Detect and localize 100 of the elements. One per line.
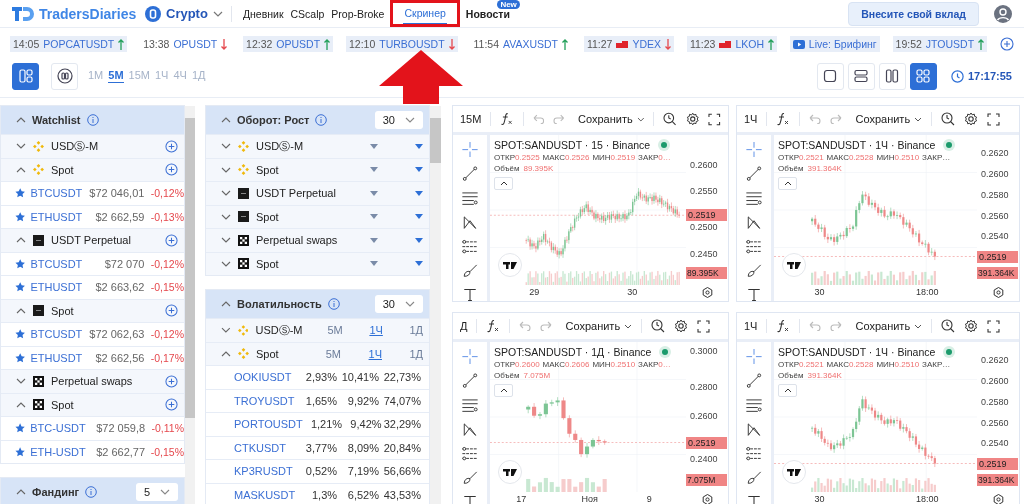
settings-icon[interactable] xyxy=(992,494,1004,504)
lines-icon[interactable] xyxy=(746,397,762,413)
caret-icon[interactable] xyxy=(624,323,633,329)
collapse-button[interactable] xyxy=(494,384,513,397)
trend-line-icon[interactable] xyxy=(462,166,478,182)
lines-icon[interactable] xyxy=(462,190,478,206)
interval-button[interactable]: 15M xyxy=(460,113,482,125)
sort-icon[interactable] xyxy=(415,143,423,149)
lines-icon[interactable] xyxy=(462,397,478,413)
alert-icon[interactable] xyxy=(663,112,677,126)
brush-icon[interactable] xyxy=(462,263,478,279)
save-button[interactable]: Сохранить xyxy=(851,113,911,125)
ticker-item[interactable]: 11:54 AVAXUSDT xyxy=(470,36,572,52)
settings-icon[interactable] xyxy=(674,319,689,333)
caret-icon[interactable] xyxy=(914,323,923,329)
collapse-button[interactable] xyxy=(778,384,797,397)
settings-icon[interactable] xyxy=(992,287,1004,298)
period-tab[interactable]: 1Ч xyxy=(348,347,382,360)
add-icon[interactable] xyxy=(165,139,178,153)
group-row[interactable]: USDⓈ-M xyxy=(206,134,429,158)
alert-icon[interactable] xyxy=(941,112,956,126)
group-row[interactable]: Spot xyxy=(206,157,429,181)
collapse-button[interactable] xyxy=(778,177,797,190)
nav-link[interactable]: CScalp xyxy=(289,3,326,24)
crosshair-icon[interactable] xyxy=(746,349,762,365)
period-tab[interactable]: 1Д xyxy=(389,324,423,337)
group-row[interactable]: USDⓈ-M 5M 1Ч 1Д xyxy=(206,318,429,342)
function-icon[interactable] xyxy=(776,112,791,126)
count-select[interactable]: 30 xyxy=(374,111,423,129)
symbol-link[interactable]: CTKUSDT xyxy=(234,441,295,454)
trend-line-icon[interactable] xyxy=(746,166,762,182)
ticker-item[interactable]: 14:05 POPCATUSDT xyxy=(10,36,128,52)
info-icon[interactable] xyxy=(315,114,328,126)
group-row[interactable]: Spot xyxy=(206,251,429,275)
symbol-link[interactable]: KP3RUSDT xyxy=(234,465,295,478)
sort-icon[interactable] xyxy=(370,143,378,149)
period-tab[interactable]: 1Ч xyxy=(349,324,383,337)
add-icon[interactable] xyxy=(165,163,178,177)
save-button[interactable]: Сохранить xyxy=(574,113,633,125)
symbol-link[interactable]: ETHUSDT xyxy=(30,210,83,223)
alert-icon[interactable] xyxy=(651,319,666,333)
save-button[interactable]: Сохранить xyxy=(561,320,621,332)
star-icon[interactable] xyxy=(15,351,26,364)
info-icon[interactable] xyxy=(327,298,340,310)
settings-icon[interactable] xyxy=(685,112,700,126)
pattern-icon[interactable] xyxy=(746,214,762,231)
star-icon[interactable] xyxy=(15,422,26,435)
pattern-icon[interactable] xyxy=(462,214,478,231)
settings-icon[interactable] xyxy=(701,287,713,298)
star-icon[interactable] xyxy=(15,281,26,294)
market-dropdown[interactable]: Crypto xyxy=(145,5,223,22)
scrollbar[interactable] xyxy=(185,106,195,504)
panel-header[interactable]: Watchlist xyxy=(1,106,184,134)
ruler-icon[interactable] xyxy=(462,239,478,255)
group-row[interactable]: Spot xyxy=(1,157,184,181)
ticker-item[interactable]: 11:27 YDEX xyxy=(583,36,674,52)
star-icon[interactable] xyxy=(15,257,26,270)
nav-link[interactable]: Скринер xyxy=(403,3,447,24)
count-select[interactable]: 5 xyxy=(135,483,178,501)
contribute-button[interactable]: Внесите свой вклад xyxy=(848,1,979,26)
chevron-icon[interactable] xyxy=(221,301,231,307)
group-row[interactable]: Spot xyxy=(206,204,429,228)
group-row[interactable]: Spot 5M 1Ч 1Д xyxy=(206,341,429,365)
group-row[interactable]: USDⓈ-M xyxy=(1,134,184,158)
fullscreen-icon[interactable] xyxy=(708,112,721,126)
sort-icon[interactable] xyxy=(415,237,423,243)
sort-icon[interactable] xyxy=(370,237,378,243)
sort-icon[interactable] xyxy=(415,167,423,173)
settings-icon[interactable] xyxy=(964,319,979,333)
symbol-link[interactable]: ETHUSDT xyxy=(30,351,83,364)
interval-button[interactable]: 1Ч xyxy=(744,113,758,125)
sort-icon[interactable] xyxy=(370,190,378,196)
symbol-link[interactable]: BTC-USDT xyxy=(30,422,85,435)
settings-icon[interactable] xyxy=(964,112,979,126)
panel-header[interactable]: Фандинг 5 xyxy=(1,478,184,504)
panel-header[interactable]: Оборот: Рост 30 xyxy=(206,106,429,134)
trend-line-icon[interactable] xyxy=(462,373,478,389)
collapse-button[interactable] xyxy=(494,177,513,190)
group-row[interactable]: USDT Perpetual xyxy=(206,181,429,205)
avatar-icon[interactable] xyxy=(994,4,1012,23)
brush-icon[interactable] xyxy=(462,470,478,486)
star-icon[interactable] xyxy=(15,445,26,458)
symbol-link[interactable]: ETHUSDT xyxy=(30,281,83,294)
caret-icon[interactable] xyxy=(636,116,645,122)
symbol-link[interactable]: PORTOUSDT xyxy=(234,418,303,431)
period-tab[interactable]: 5M xyxy=(307,347,341,360)
symbol-link[interactable]: BTCUSDT xyxy=(30,257,83,270)
info-icon[interactable] xyxy=(86,114,99,126)
group-row[interactable]: Spot xyxy=(1,298,184,322)
ticker-item[interactable]: 19:52 JTOUSDT xyxy=(892,36,988,52)
period-tab[interactable]: 5M xyxy=(309,324,343,337)
function-icon[interactable] xyxy=(486,319,501,333)
star-icon[interactable] xyxy=(15,328,26,341)
function-icon[interactable] xyxy=(776,319,791,333)
sort-icon[interactable] xyxy=(370,214,378,220)
ruler-icon[interactable] xyxy=(462,446,478,462)
symbol-link[interactable]: MASKUSDT xyxy=(234,488,296,501)
ruler-icon[interactable] xyxy=(746,446,762,462)
add-icon[interactable] xyxy=(999,37,1014,51)
group-row[interactable]: USDT Perpetual xyxy=(1,228,184,252)
